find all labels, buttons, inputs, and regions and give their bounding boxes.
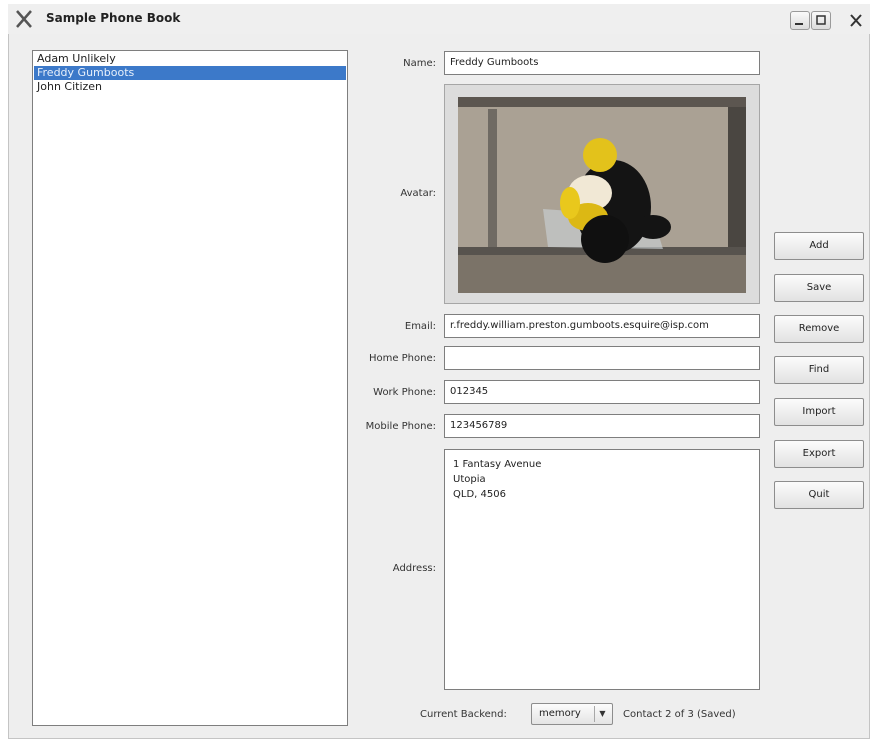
avatar-frame[interactable]	[444, 84, 760, 304]
minimize-icon	[795, 23, 803, 25]
list-item[interactable]: Freddy Gumboots	[34, 66, 346, 80]
close-icon	[850, 14, 862, 27]
save-button[interactable]: Save	[774, 274, 864, 302]
name-label: Name:	[403, 58, 436, 69]
window-title: Sample Phone Book	[46, 11, 181, 25]
mobile-phone-field[interactable]: 123456789	[444, 414, 760, 438]
find-button[interactable]: Find	[774, 356, 864, 384]
mobile-phone-label: Mobile Phone:	[365, 421, 436, 432]
contact-list[interactable]: Adam Unlikely Freddy Gumboots John Citiz…	[32, 50, 348, 726]
address-line: Utopia	[453, 474, 486, 485]
import-button[interactable]: Import	[774, 398, 864, 426]
email-field[interactable]: r.freddy.william.preston.gumboots.esquir…	[444, 314, 760, 338]
list-item[interactable]: Adam Unlikely	[34, 52, 346, 66]
minimize-button[interactable]	[790, 11, 810, 30]
address-line: 1 Fantasy Avenue	[453, 459, 542, 470]
maximize-button[interactable]	[811, 11, 831, 30]
avatar-label: Avatar:	[400, 188, 436, 199]
backend-label: Current Backend:	[420, 709, 507, 720]
export-button[interactable]: Export	[774, 440, 864, 468]
backend-value: memory	[539, 708, 581, 719]
avatar-image	[458, 97, 746, 293]
x-logo-icon	[16, 10, 32, 28]
address-label: Address:	[392, 563, 436, 574]
maximize-icon	[816, 15, 826, 25]
email-label: Email:	[404, 321, 436, 332]
remove-button[interactable]: Remove	[774, 315, 864, 343]
close-button[interactable]	[846, 11, 866, 30]
quit-button[interactable]: Quit	[774, 481, 864, 509]
work-phone-label: Work Phone:	[373, 387, 436, 398]
home-phone-label: Home Phone:	[368, 353, 436, 364]
backend-select[interactable]: memory ▼	[531, 703, 613, 725]
work-phone-field[interactable]: 012345	[444, 380, 760, 404]
list-item[interactable]: John Citizen	[34, 80, 346, 94]
chevron-down-icon[interactable]: ▼	[594, 706, 610, 722]
address-field[interactable]: 1 Fantasy Avenue Utopia QLD, 4506	[444, 449, 760, 690]
add-button[interactable]: Add	[774, 232, 864, 260]
name-field[interactable]: Freddy Gumboots	[444, 51, 760, 75]
contact-status: Contact 2 of 3 (Saved)	[623, 709, 736, 720]
address-line: QLD, 4506	[453, 489, 506, 500]
home-phone-field[interactable]	[444, 346, 760, 370]
title-bar: Sample Phone Book	[8, 4, 870, 34]
